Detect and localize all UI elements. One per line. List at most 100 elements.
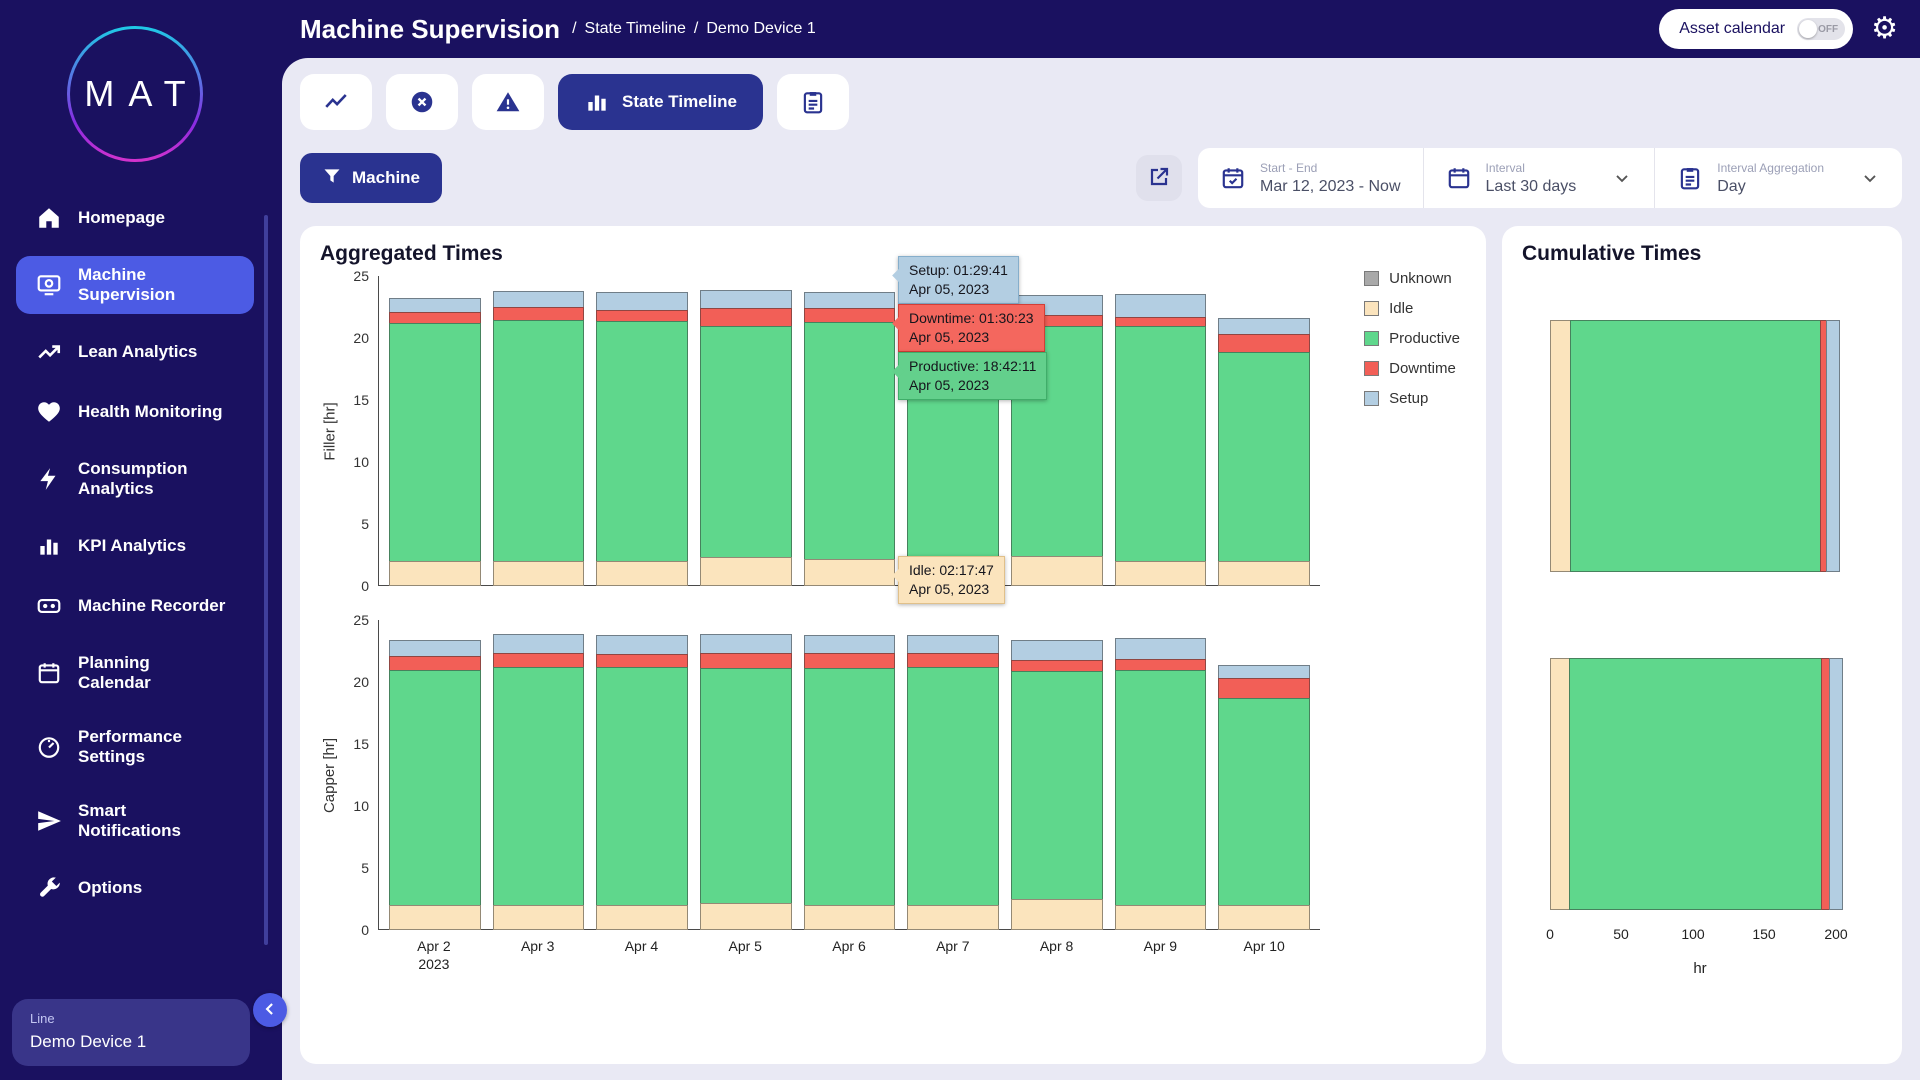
machine-filter-button[interactable]: Machine <box>300 153 442 203</box>
segment-idle[interactable] <box>700 557 792 586</box>
segment-productive[interactable] <box>1218 698 1310 906</box>
segment-productive[interactable] <box>596 321 688 562</box>
bar-apr-7[interactable] <box>907 635 999 929</box>
segment-productive[interactable] <box>804 322 896 560</box>
device-chip[interactable]: Line Demo Device 1 <box>12 999 250 1066</box>
segment-downtime[interactable] <box>389 656 481 671</box>
bar-apr-8[interactable] <box>1011 640 1103 929</box>
segment-downtime[interactable] <box>700 308 792 327</box>
segment-setup[interactable] <box>1829 658 1843 910</box>
bar-apr-9[interactable] <box>1115 294 1207 585</box>
segment-productive[interactable] <box>389 323 481 562</box>
segment-downtime[interactable] <box>1218 334 1310 353</box>
cumulative-bar-capper[interactable] <box>1550 658 1850 910</box>
sidebar-item-machine-supervision[interactable]: MachineSupervision <box>16 256 254 314</box>
segment-productive[interactable] <box>700 326 792 558</box>
segment-idle[interactable] <box>493 905 585 930</box>
tab-circle-x[interactable] <box>386 74 458 130</box>
aggregation-field[interactable]: Interval Aggregation Day <box>1654 148 1902 208</box>
tab-warning[interactable] <box>472 74 544 130</box>
segment-idle[interactable] <box>700 903 792 930</box>
segment-setup[interactable] <box>493 634 585 654</box>
cumulative-stacked-bar-chart[interactable]: 050100150200hr <box>1550 320 1850 977</box>
segment-productive[interactable] <box>493 667 585 906</box>
segment-idle[interactable] <box>804 559 896 586</box>
bar-apr-3[interactable] <box>493 634 585 929</box>
bar-apr-6[interactable] <box>804 635 896 929</box>
filler-stacked-bar-chart[interactable]: Filler [hr]0510152025 <box>320 276 1320 586</box>
segment-downtime[interactable] <box>700 653 792 669</box>
segment-idle[interactable] <box>1115 905 1207 930</box>
segment-productive[interactable] <box>1570 320 1821 572</box>
bar-apr-4[interactable] <box>596 292 688 585</box>
sidebar-item-planning-calendar[interactable]: PlanningCalendar <box>16 644 254 702</box>
segment-idle[interactable] <box>1115 561 1207 586</box>
segment-idle[interactable] <box>596 561 688 586</box>
segment-idle[interactable] <box>1011 899 1103 930</box>
tab-line-chart[interactable] <box>300 74 372 130</box>
segment-setup[interactable] <box>1115 294 1207 318</box>
bar-apr-4[interactable] <box>596 635 688 929</box>
toggle-track[interactable]: OFF <box>1797 18 1845 40</box>
bar-apr-6[interactable] <box>804 292 896 585</box>
settings-gear-icon[interactable]: ⚙ <box>1871 14 1898 44</box>
tab-state-timeline[interactable]: State Timeline <box>558 74 763 130</box>
segment-setup[interactable] <box>1115 638 1207 660</box>
segment-downtime[interactable] <box>804 653 896 669</box>
segment-productive[interactable] <box>1011 671 1103 900</box>
bar-apr-5[interactable] <box>700 634 792 929</box>
segment-setup[interactable] <box>596 635 688 655</box>
interval-field[interactable]: Interval Last 30 days <box>1423 148 1655 208</box>
segment-idle[interactable] <box>596 905 688 930</box>
segment-idle[interactable] <box>907 905 999 930</box>
segment-productive[interactable] <box>596 667 688 906</box>
segment-setup[interactable] <box>700 634 792 654</box>
segment-idle[interactable] <box>1218 561 1310 586</box>
bar-apr-10[interactable] <box>1218 665 1310 929</box>
bar-apr-3[interactable] <box>493 291 585 585</box>
date-range-field[interactable]: Start - End Mar 12, 2023 - Now <box>1198 148 1423 208</box>
segment-downtime[interactable] <box>493 653 585 668</box>
sidebar-item-health-monitoring[interactable]: Health Monitoring <box>16 390 254 434</box>
segment-productive[interactable] <box>1569 658 1822 910</box>
segment-downtime[interactable] <box>804 308 896 323</box>
asset-calendar-toggle[interactable]: Asset calendar OFF <box>1659 9 1853 49</box>
segment-setup[interactable] <box>1826 320 1840 572</box>
capper-stacked-bar-chart[interactable]: Capper [hr]0510152025Apr 22023Apr 3Apr 4… <box>320 620 1320 973</box>
sidebar-scrollbar[interactable] <box>264 215 268 945</box>
segment-setup[interactable] <box>804 292 896 309</box>
cumulative-bar-filler[interactable] <box>1550 320 1850 572</box>
sidebar-item-smart-notifications[interactable]: SmartNotifications <box>16 792 254 850</box>
sidebar-item-options[interactable]: Options <box>16 866 254 910</box>
segment-idle[interactable] <box>1550 658 1570 910</box>
export-button[interactable] <box>1136 155 1182 201</box>
segment-productive[interactable] <box>1115 670 1207 906</box>
segment-idle[interactable] <box>1550 320 1571 572</box>
segment-setup[interactable] <box>700 290 792 309</box>
segment-idle[interactable] <box>389 561 481 586</box>
segment-idle[interactable] <box>493 561 585 586</box>
segment-downtime[interactable] <box>493 307 585 321</box>
segment-setup[interactable] <box>907 635 999 654</box>
sidebar-item-performance-settings[interactable]: PerformanceSettings <box>16 718 254 776</box>
segment-productive[interactable] <box>700 668 792 904</box>
segment-setup[interactable] <box>389 298 481 313</box>
segment-productive[interactable] <box>907 667 999 906</box>
segment-setup[interactable] <box>1218 318 1310 335</box>
segment-setup[interactable] <box>804 635 896 654</box>
bar-apr-5[interactable] <box>700 290 792 585</box>
sidebar-item-consumption-analytics[interactable]: ConsumptionAnalytics <box>16 450 254 508</box>
breadcrumb-item[interactable]: State Timeline <box>585 20 686 38</box>
segment-productive[interactable] <box>1115 326 1207 562</box>
sidebar-item-machine-recorder[interactable]: Machine Recorder <box>16 584 254 628</box>
segment-downtime[interactable] <box>1218 678 1310 699</box>
segment-idle[interactable] <box>804 905 896 930</box>
segment-idle[interactable] <box>1011 556 1103 586</box>
sidebar-collapse-button[interactable] <box>253 993 287 1027</box>
segment-productive[interactable] <box>804 668 896 906</box>
segment-setup[interactable] <box>1011 640 1103 661</box>
bar-apr-10[interactable] <box>1218 318 1310 585</box>
segment-setup[interactable] <box>596 292 688 311</box>
tab-clipboard[interactable] <box>777 74 849 130</box>
segment-productive[interactable] <box>1218 352 1310 562</box>
